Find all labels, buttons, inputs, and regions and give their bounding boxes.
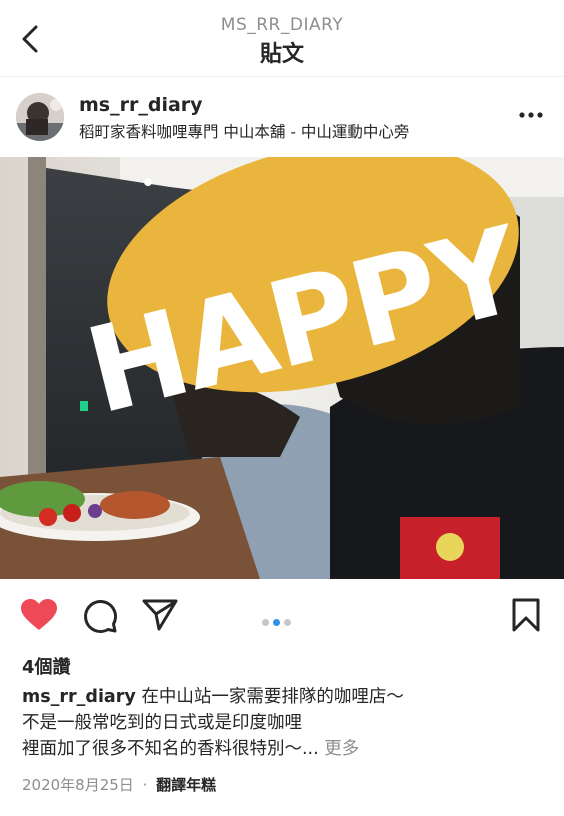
header-account-name: MS_RR_DIARY	[220, 15, 344, 35]
comment-icon[interactable]	[82, 598, 118, 634]
caption-line-2: 不是一般常吃到的日式或是印度咖哩	[22, 713, 302, 733]
avatar[interactable]	[16, 93, 64, 141]
like-count[interactable]: 4個讚	[22, 653, 71, 679]
more-horizontal-icon[interactable]	[516, 106, 546, 124]
caption-username[interactable]: ms_rr_diary	[22, 687, 136, 707]
caption-line-3: 裡面加了很多不知名的香料很特別～...	[22, 739, 319, 759]
post-meta: 2020年8月25日 · 翻譯年糕	[22, 774, 216, 795]
caption-line-1: 在中山站一家需要排隊的咖哩店～	[141, 687, 404, 707]
post-username[interactable]: ms_rr_diary	[79, 94, 203, 116]
post-location[interactable]: 稻町家香料咖哩專門 中山本舖 - 中山運動中心旁	[79, 120, 409, 142]
translate-link[interactable]: 翻譯年糕	[156, 776, 216, 794]
carousel-dot	[284, 619, 291, 626]
carousel-dot-active	[273, 619, 280, 626]
carousel-dot	[262, 619, 269, 626]
post-caption: ms_rr_diary 在中山站一家需要排隊的咖哩店～ 不是一般常吃到的日式或是…	[22, 684, 552, 762]
post-image[interactable]: HAPPY	[0, 157, 564, 579]
carousel-indicator	[262, 611, 295, 626]
meta-separator: ·	[142, 776, 148, 794]
page-title: 貼文	[259, 42, 304, 67]
post-date: 2020年8月25日	[22, 776, 134, 794]
top-nav-bar: MS_RR_DIARY 貼文	[0, 0, 564, 77]
heart-icon[interactable]	[20, 598, 58, 632]
caption-more-link[interactable]: 更多	[324, 739, 359, 759]
paper-plane-icon[interactable]	[142, 598, 178, 632]
bookmark-icon[interactable]	[512, 598, 540, 632]
